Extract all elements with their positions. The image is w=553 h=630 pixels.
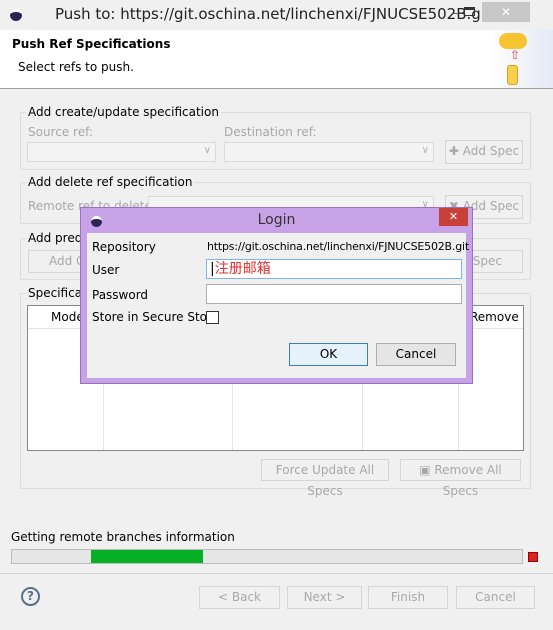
column-header-remove[interactable]: Remove — [470, 310, 519, 324]
help-icon[interactable]: ? — [21, 587, 40, 606]
login-title: Login — [257, 212, 296, 228]
user-label: User — [92, 263, 120, 277]
dest-ref-combo[interactable]: ∨ — [224, 142, 434, 162]
progress-label: Getting remote branches information — [11, 530, 235, 544]
delete-ref-title: Add delete ref specification — [26, 175, 195, 189]
plus-icon: ✚ — [448, 144, 463, 158]
push-cloud-icon: ⇧ — [490, 30, 553, 88]
login-close-button[interactable]: ✕ — [439, 208, 468, 226]
login-dialog: Login ✕ Repository https://git.oschina.n… — [80, 207, 473, 384]
column-header-mode[interactable]: Mode — [51, 310, 84, 324]
window-titlebar: Push to: https://git.oschina.net/linchen… — [0, 0, 553, 30]
progress-fill — [91, 550, 204, 563]
store-label: Store in Secure Store — [92, 310, 220, 324]
force-update-all-button[interactable]: Force Update All Specs — [261, 459, 389, 498]
repository-label: Repository — [92, 240, 156, 254]
minimize-button[interactable]: – — [445, 6, 465, 22]
window-title: Push to: https://git.oschina.net/linchen… — [55, 5, 491, 23]
repository-value: https://git.oschina.net/linchenxi/FJNUCS… — [207, 240, 469, 253]
close-button[interactable]: ✕ — [482, 2, 530, 22]
ok-button[interactable]: OK — [289, 343, 368, 366]
eclipse-icon — [10, 9, 22, 21]
create-update-title: Add create/update specification — [26, 105, 221, 119]
source-ref-combo[interactable]: ∨ — [27, 142, 216, 162]
source-ref-label: Source ref: — [28, 125, 93, 139]
login-cancel-button[interactable]: Cancel — [376, 343, 456, 366]
page-title: Push Ref Specifications — [12, 37, 171, 51]
maximize-button[interactable] — [464, 7, 475, 16]
store-checkbox[interactable] — [206, 311, 219, 324]
password-input[interactable] — [206, 284, 462, 304]
progress-bar — [11, 549, 523, 564]
separator — [0, 573, 553, 574]
back-button[interactable]: < Back — [199, 586, 280, 609]
next-button[interactable]: Next > — [287, 586, 362, 609]
password-label: Password — [92, 288, 149, 302]
stop-icon[interactable] — [528, 552, 538, 562]
add-spec-button[interactable]: ✚ Add Spec — [445, 140, 523, 164]
page-subtitle: Select refs to push. — [18, 60, 134, 74]
remove-all-specs-button[interactable]: ▣ Remove All Specs — [400, 459, 521, 498]
finish-button[interactable]: Finish — [368, 586, 448, 609]
cancel-button[interactable]: Cancel — [456, 586, 535, 609]
dest-ref-label: Destination ref: — [224, 125, 317, 139]
user-input[interactable]: |注册邮箱 — [206, 259, 462, 279]
remove-icon: ▣ — [419, 463, 435, 477]
wizard-header: Push Ref Specifications Select refs to p… — [0, 30, 553, 89]
